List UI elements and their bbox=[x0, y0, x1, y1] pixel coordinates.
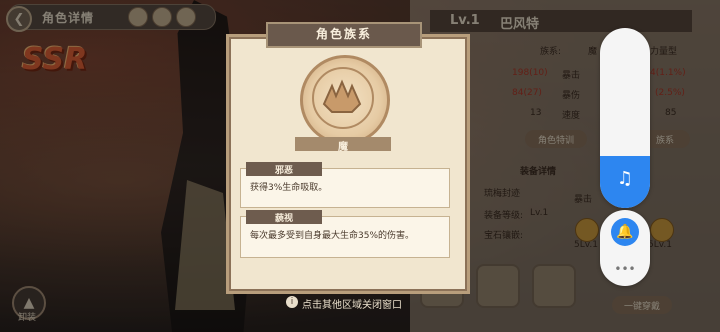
more-dots-icon[interactable]: ••• bbox=[611, 262, 639, 276]
skill-name: 藐视 bbox=[246, 210, 322, 224]
bell-muted-icon[interactable]: 🔔 bbox=[611, 218, 639, 246]
volume-slider[interactable]: ♫ bbox=[600, 28, 650, 208]
skill-description: 获得3%生命吸取。 bbox=[250, 183, 328, 193]
info-icon: i bbox=[286, 296, 298, 308]
race-name: 魔 bbox=[338, 142, 348, 153]
skill-description: 每次最多受到自身最大生命35%的伤害。 bbox=[250, 231, 415, 241]
music-note-icon: ♫ bbox=[616, 168, 634, 189]
demon-head-icon bbox=[322, 79, 362, 113]
skill-name: 邪恶 bbox=[246, 162, 322, 176]
close-hint: 点击其他区域关闭窗口 bbox=[302, 300, 402, 311]
dialog-title: 角色族系 bbox=[315, 27, 372, 41]
